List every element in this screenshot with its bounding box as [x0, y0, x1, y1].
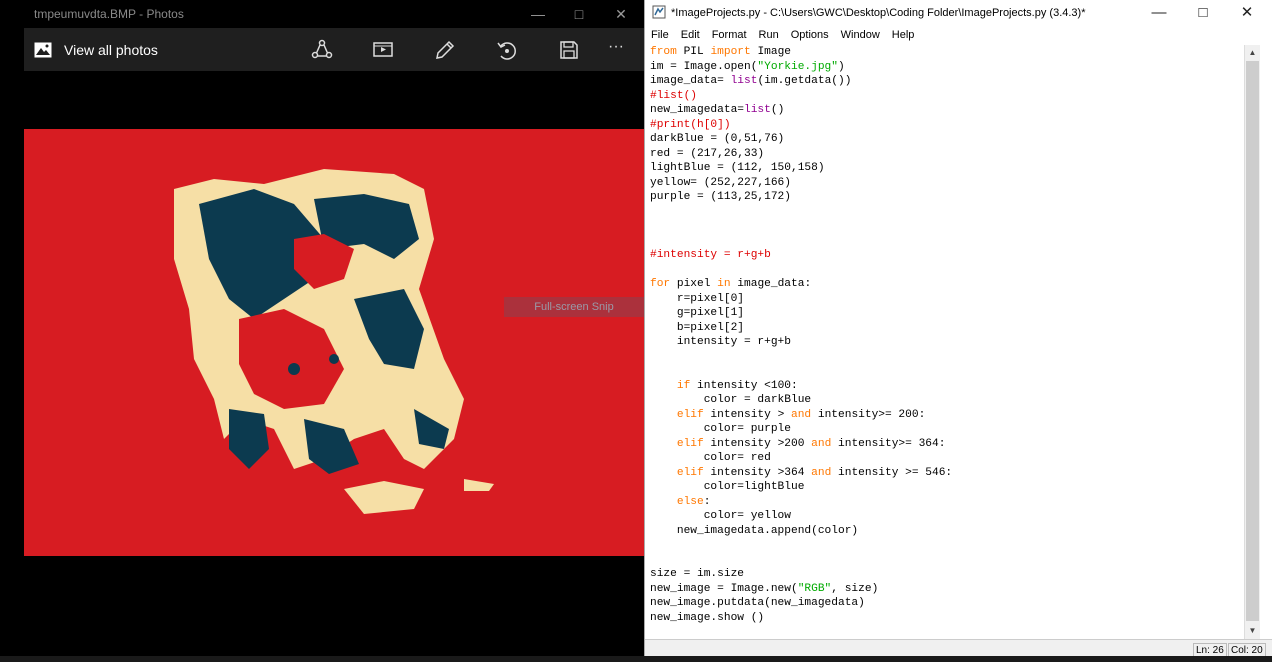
- code-line[interactable]: new_imagedata=list(): [650, 104, 784, 116]
- idle-close-button[interactable]: ✕: [1227, 2, 1267, 24]
- photo-viewer-image: [24, 129, 644, 556]
- rotate-icon[interactable]: [495, 38, 519, 62]
- idle-minimize-button[interactable]: —: [1139, 2, 1179, 24]
- code-line[interactable]: elif intensity >364 and intensity >= 546…: [650, 467, 952, 479]
- scroll-up-arrow-icon[interactable]: ▲: [1245, 45, 1260, 61]
- menu-options[interactable]: Options: [785, 27, 835, 45]
- menu-run[interactable]: Run: [753, 27, 785, 45]
- menu-help[interactable]: Help: [886, 27, 921, 45]
- vertical-scrollbar[interactable]: ▲ ▼: [1244, 45, 1260, 639]
- photos-toolbar: View all photos ···: [24, 28, 644, 71]
- idle-window-title: *ImageProjects.py - C:\Users\GWC\Desktop…: [671, 7, 1086, 19]
- edit-pencil-icon[interactable]: [433, 38, 457, 62]
- code-line[interactable]: color=lightBlue: [650, 481, 805, 493]
- code-line[interactable]: intensity = r+g+b: [650, 336, 791, 348]
- photos-window-title: tmpeumuvdta.BMP - Photos: [34, 7, 184, 21]
- idle-app-icon: [652, 5, 666, 19]
- view-all-photos-button[interactable]: View all photos: [34, 38, 158, 62]
- menu-file[interactable]: File: [645, 27, 675, 45]
- code-text[interactable]: from PIL import Image im = Image.open("Y…: [650, 45, 952, 625]
- taskbar-edge: [0, 656, 1272, 662]
- code-line[interactable]: elif intensity > and intensity>= 200:: [650, 409, 925, 421]
- code-line[interactable]: size = im.size: [650, 568, 744, 580]
- menu-window[interactable]: Window: [835, 27, 886, 45]
- code-line[interactable]: from PIL import Image: [650, 46, 791, 58]
- code-line[interactable]: #list(): [650, 90, 697, 102]
- code-line[interactable]: #intensity = r+g+b: [650, 249, 771, 261]
- photos-close-button[interactable]: ✕: [607, 4, 635, 24]
- code-line[interactable]: im = Image.open("Yorkie.jpg"): [650, 61, 845, 73]
- view-all-photos-label: View all photos: [64, 42, 158, 58]
- code-line[interactable]: elif intensity >200 and intensity>= 364:: [650, 438, 946, 450]
- idle-menubar: File Edit Format Run Options Window Help: [645, 27, 1272, 45]
- photos-maximize-button[interactable]: □: [565, 4, 593, 24]
- code-line[interactable]: else:: [650, 496, 711, 508]
- code-line[interactable]: new_image.show (): [650, 612, 764, 624]
- photos-titlebar: tmpeumuvdta.BMP - Photos — □ ✕: [24, 0, 644, 28]
- code-line[interactable]: yellow= (252,227,166): [650, 177, 791, 189]
- code-line[interactable]: color= purple: [650, 423, 791, 435]
- code-line[interactable]: if intensity <100:: [650, 380, 798, 392]
- code-line[interactable]: new_imagedata.append(color): [650, 525, 858, 537]
- more-icon[interactable]: ···: [608, 38, 624, 56]
- code-line[interactable]: #print(h[0]): [650, 119, 731, 131]
- share-icon[interactable]: [310, 38, 334, 62]
- idle-titlebar: *ImageProjects.py - C:\Users\GWC\Desktop…: [645, 0, 1272, 26]
- code-line[interactable]: new_image = Image.new("RGB", size): [650, 583, 878, 595]
- yorkie-posterized-image: [174, 169, 494, 514]
- menu-format[interactable]: Format: [706, 27, 753, 45]
- idle-editor-window: *ImageProjects.py - C:\Users\GWC\Desktop…: [644, 0, 1272, 662]
- menu-edit[interactable]: Edit: [675, 27, 706, 45]
- code-line[interactable]: red = (217,26,33): [650, 148, 764, 160]
- code-line[interactable]: darkBlue = (0,51,76): [650, 133, 784, 145]
- photos-gallery-icon: [34, 42, 52, 58]
- photos-minimize-button[interactable]: —: [524, 4, 552, 24]
- code-line[interactable]: image_data= list(im.getdata()): [650, 75, 851, 87]
- scroll-down-arrow-icon[interactable]: ▼: [1245, 623, 1260, 639]
- save-icon[interactable]: [557, 38, 581, 62]
- slideshow-icon[interactable]: [371, 38, 395, 62]
- code-line[interactable]: color= yellow: [650, 510, 791, 522]
- scrollbar-thumb[interactable]: [1246, 61, 1259, 621]
- code-line[interactable]: b=pixel[2]: [650, 322, 744, 334]
- code-line[interactable]: color = darkBlue: [650, 394, 811, 406]
- code-line[interactable]: purple = (113,25,172): [650, 191, 791, 203]
- code-line[interactable]: color= red: [650, 452, 771, 464]
- code-line[interactable]: g=pixel[1]: [650, 307, 744, 319]
- idle-maximize-button[interactable]: □: [1183, 2, 1223, 24]
- code-line[interactable]: r=pixel[0]: [650, 293, 744, 305]
- photos-window: tmpeumuvdta.BMP - Photos — □ ✕ View all …: [24, 0, 644, 662]
- full-screen-snip-label: Full-screen Snip: [504, 297, 644, 317]
- code-editor[interactable]: from PIL import Image im = Image.open("Y…: [645, 45, 1245, 639]
- code-line[interactable]: new_image.putdata(new_imagedata): [650, 597, 865, 609]
- code-line[interactable]: for pixel in image_data:: [650, 278, 811, 290]
- code-line[interactable]: lightBlue = (112, 150,158): [650, 162, 825, 174]
